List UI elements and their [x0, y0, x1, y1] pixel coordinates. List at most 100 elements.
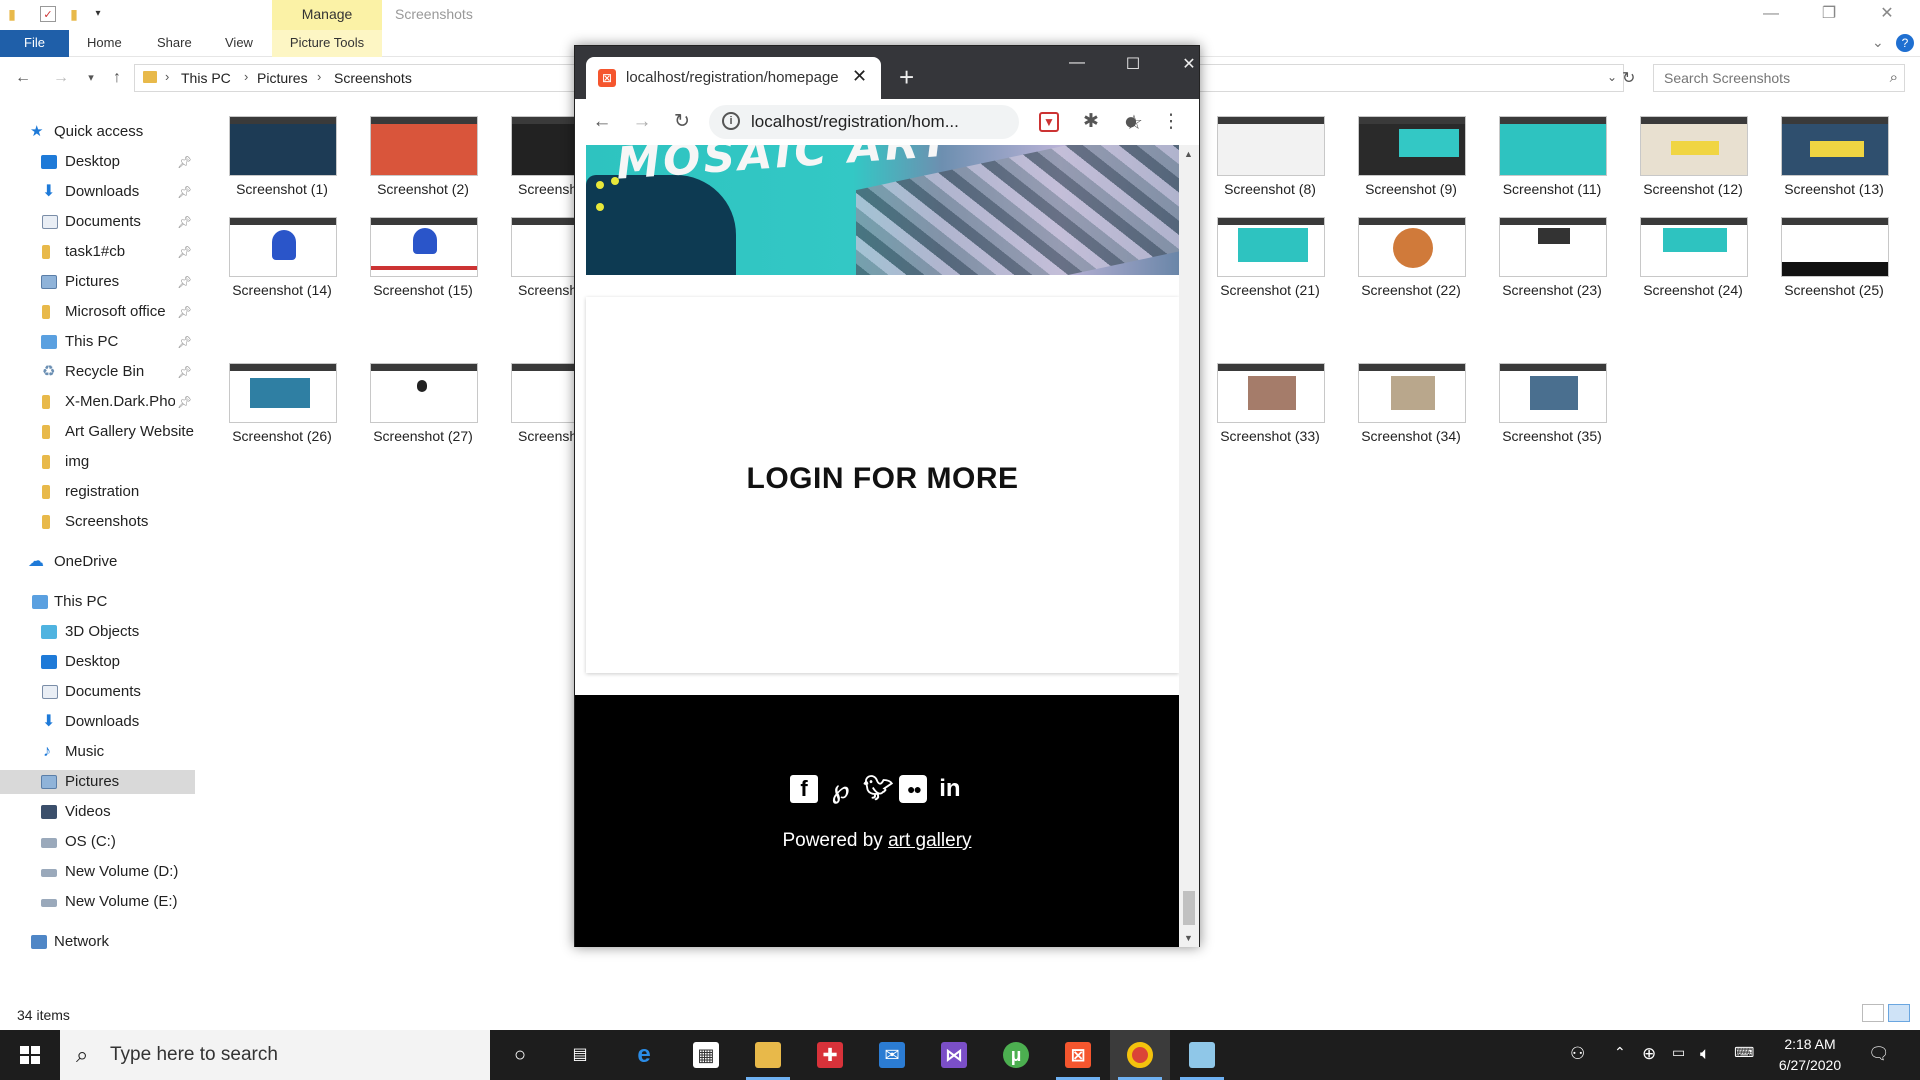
nav-item-volume-d[interactable]: New Volume (D:) [0, 860, 195, 884]
back-arrow-icon[interactable]: ← [12, 67, 34, 89]
browser-tab[interactable]: ⊠ localhost/registration/homepage ✕ [586, 57, 881, 99]
chevron-down-icon[interactable]: ⌄ [1607, 70, 1617, 84]
taskbar-mail[interactable]: ✉ [862, 1030, 922, 1080]
pin-icon[interactable]: 📌︎ [177, 210, 192, 234]
nav-this-pc[interactable]: This PC [0, 590, 195, 614]
pinterest-icon[interactable]: ℘ [827, 775, 855, 803]
thumbnail-item[interactable]: Screenshot (33) [1210, 363, 1330, 459]
facebook-icon[interactable]: f [790, 775, 819, 803]
nav-quick-access[interactable]: ★ Quick access [0, 120, 195, 144]
taskbar-xampp[interactable]: ⊠ [1048, 1030, 1108, 1080]
clock-date[interactable]: 6/27/2020 [1770, 1057, 1850, 1073]
restore-icon[interactable]: ❐ [1800, 0, 1858, 30]
flickr-icon[interactable]: ●● [899, 775, 928, 803]
ribbon-expand-icon[interactable]: ⌄ [1872, 34, 1884, 51]
thumbnail-item[interactable]: Screenshot (12) [1633, 116, 1753, 212]
back-arrow-icon[interactable]: ← [590, 110, 614, 134]
nav-item-this-pc-pinned[interactable]: This PC 📌︎ [0, 330, 195, 354]
battery-icon[interactable]: ▭ [1672, 1044, 1685, 1061]
taskbar-gift-app[interactable]: ✚ [800, 1030, 860, 1080]
nav-item-microsoft-office[interactable]: Microsoft office 📌︎ [0, 300, 195, 324]
nav-item-os-c[interactable]: OS (C:) [0, 830, 195, 854]
nav-network[interactable]: Network [0, 930, 195, 954]
pin-icon[interactable]: 📌︎ [177, 300, 192, 324]
nav-item-art-gallery-website[interactable]: Art Gallery Website [0, 420, 195, 444]
picture-tools-tab[interactable]: Picture Tools [272, 30, 382, 57]
info-icon[interactable]: i [722, 112, 740, 130]
pin-icon[interactable]: 📌︎ [177, 270, 192, 294]
nav-item-videos[interactable]: Videos [0, 800, 195, 824]
people-icon[interactable]: ⚇ [1570, 1044, 1585, 1064]
thumbnail-item[interactable]: Screenshot (34) [1351, 363, 1471, 459]
nav-item-pc-pictures[interactable]: Pictures [0, 770, 195, 794]
start-button[interactable] [0, 1030, 60, 1080]
share-tab[interactable]: Share [157, 30, 192, 57]
pin-icon[interactable]: 📌︎ [177, 150, 192, 174]
thumbnail-item[interactable]: Screenshot (25) [1774, 217, 1894, 313]
pin-icon[interactable]: 📌︎ [177, 330, 192, 354]
customize-qat-icon[interactable]: ▾ [90, 6, 106, 22]
reload-icon[interactable]: ↻ [670, 110, 694, 134]
keyboard-icon[interactable]: ⌨ [1734, 1044, 1754, 1061]
nav-item-pc-documents[interactable]: Documents [0, 680, 195, 704]
chevron-up-icon[interactable]: ⌃ [1614, 1044, 1626, 1061]
nav-item-desktop[interactable]: Desktop 📌︎ [0, 150, 195, 174]
nav-item-registration[interactable]: registration [0, 480, 195, 504]
thumbnail-item[interactable]: Screenshot (2) [363, 116, 483, 212]
taskbar-photos[interactable] [1172, 1030, 1232, 1080]
thumbnail-item[interactable]: Screenshot (15) [363, 217, 483, 313]
art-gallery-link[interactable]: art gallery [888, 830, 971, 851]
pin-icon[interactable]: 📌︎ [177, 180, 192, 204]
nav-item-documents[interactable]: Documents 📌︎ [0, 210, 195, 234]
new-tab-icon[interactable]: + [899, 64, 914, 90]
search-icon[interactable]: ⌕ [1890, 69, 1898, 86]
clock-time[interactable]: 2:18 AM [1770, 1036, 1850, 1052]
file-tab[interactable]: File [0, 30, 69, 57]
search-box[interactable]: ⌕ [1653, 64, 1905, 92]
thumbnail-item[interactable]: Screenshot (8) [1210, 116, 1330, 212]
breadcrumb-screenshots[interactable]: Screenshots [334, 70, 412, 86]
thumbnail-item[interactable]: Screenshot (27) [363, 363, 483, 459]
page-scrollbar[interactable]: ▲ ▼ [1179, 145, 1199, 947]
nav-item-img[interactable]: img [0, 450, 195, 474]
close-tab-icon[interactable]: ✕ [852, 66, 867, 87]
thumbnail-item[interactable]: Screenshot (23) [1492, 217, 1612, 313]
forward-arrow-icon[interactable]: → [630, 110, 654, 134]
extensions-puzzle-icon[interactable]: ✱ [1079, 110, 1103, 134]
thumbnail-item[interactable]: Screenshot (11) [1492, 116, 1612, 212]
large-icons-view-icon[interactable] [1888, 1004, 1910, 1022]
pin-icon[interactable]: 📌︎ [177, 240, 192, 264]
taskbar-file-explorer[interactable] [738, 1030, 798, 1080]
thumbnail-item[interactable]: Screenshot (1) [222, 116, 342, 212]
close-icon[interactable]: ✕ [1169, 54, 1209, 74]
nav-item-xmen[interactable]: X-Men.Dark.Phoe 📌︎ [0, 390, 195, 414]
scroll-down-arrow-icon[interactable]: ▼ [1184, 933, 1193, 943]
nav-item-recycle-bin[interactable]: ♻ Recycle Bin 📌︎ [0, 360, 195, 384]
task-view-button[interactable]: ▤ [550, 1030, 610, 1080]
refresh-icon[interactable]: ↻ [1622, 68, 1635, 88]
nav-item-3d-objects[interactable]: 3D Objects [0, 620, 195, 644]
twitter-icon[interactable]: 🐦︎ [863, 775, 893, 803]
pin-icon[interactable]: 📌︎ [177, 360, 192, 384]
nav-onedrive[interactable]: ☁ OneDrive [0, 550, 195, 574]
nav-item-screenshots[interactable]: Screenshots [0, 510, 195, 534]
thumbnail-item[interactable]: Screenshot (21) [1210, 217, 1330, 313]
thumbnail-item[interactable]: Screenshot (14) [222, 217, 342, 313]
notifications-icon[interactable]: 🗨︎ [1868, 1044, 1890, 1064]
nav-item-downloads[interactable]: ⬇ Downloads 📌︎ [0, 180, 195, 204]
breadcrumb-pictures[interactable]: Pictures [257, 70, 308, 86]
thumbnail-item[interactable]: Screenshot (9) [1351, 116, 1471, 212]
speaker-icon[interactable]: 🔈︎ [1700, 1044, 1710, 1064]
help-icon[interactable]: ? [1896, 34, 1914, 52]
scroll-up-arrow-icon[interactable]: ▲ [1184, 149, 1193, 159]
thumbnail-item[interactable]: Screenshot (22) [1351, 217, 1471, 313]
maximize-icon[interactable]: ☐ [1113, 54, 1153, 74]
thumbnail-item[interactable]: Screenshot (24) [1633, 217, 1753, 313]
new-folder-icon[interactable]: ▮ [66, 6, 82, 22]
nav-item-pc-desktop[interactable]: Desktop [0, 650, 195, 674]
taskbar-search-box[interactable]: ⌕ Type here to search [60, 1030, 490, 1080]
nav-item-task1cb[interactable]: task1#cb 📌︎ [0, 240, 195, 264]
globe-network-icon[interactable]: ⊕ [1642, 1044, 1656, 1064]
thumbnail-item[interactable]: Screenshot (26) [222, 363, 342, 459]
recent-locations-icon[interactable]: ▾ [80, 67, 102, 89]
